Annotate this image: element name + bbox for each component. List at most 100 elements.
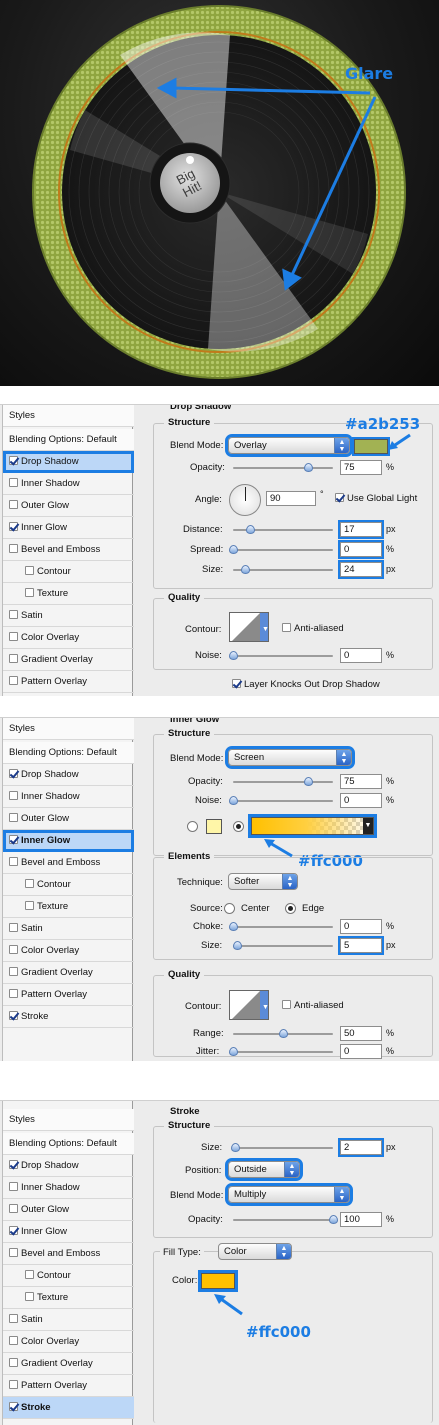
checkbox-inner-shadow[interactable]	[9, 1182, 18, 1191]
checkbox-inner-shadow[interactable]	[9, 478, 18, 487]
size-input[interactable]: 24	[338, 560, 384, 579]
range-slider[interactable]	[233, 1029, 333, 1038]
slider-knob[interactable]	[233, 941, 242, 950]
checkbox-color-overlay[interactable]	[9, 1336, 18, 1345]
sidebar-item-texture[interactable]: Texture	[3, 1287, 134, 1309]
opacity-slider[interactable]	[233, 1215, 338, 1224]
blending-options[interactable]: Blending Options: Default	[3, 429, 134, 451]
checkbox-satin[interactable]	[9, 610, 18, 619]
technique-select[interactable]: Softer ▲ ▼	[228, 873, 298, 890]
sidebar-item-gradient-overlay[interactable]: Gradient Overlay	[3, 649, 134, 671]
sidebar-item-color-overlay[interactable]: Color Overlay	[3, 627, 134, 649]
size-slider[interactable]	[231, 1143, 333, 1152]
blending-options[interactable]: Blending Options: Default	[3, 742, 134, 764]
noise-input[interactable]: 0	[340, 648, 382, 663]
checkbox-gradient-overlay[interactable]	[9, 1358, 18, 1367]
sidebar-item-inner-shadow[interactable]: Inner Shadow	[3, 473, 134, 495]
checkbox-anti-aliased[interactable]	[282, 623, 291, 632]
opacity-slider[interactable]	[233, 777, 333, 786]
gradient-picker[interactable]: ▼	[248, 814, 377, 838]
sidebar-item-contour[interactable]: Contour	[3, 874, 134, 896]
source-center-radio[interactable]	[224, 903, 235, 914]
sidebar-item-contour[interactable]: Contour	[3, 561, 134, 583]
jitter-slider[interactable]	[229, 1047, 333, 1056]
slider-knob[interactable]	[229, 922, 238, 931]
sidebar-item-outer-glow[interactable]: Outer Glow	[3, 1199, 134, 1221]
sidebar-item-contour[interactable]: Contour	[3, 1265, 134, 1287]
sidebar-item-pattern-overlay[interactable]: Pattern Overlay	[3, 984, 134, 1006]
checkbox-knocks-out[interactable]	[232, 679, 241, 688]
checkbox-gradient-overlay[interactable]	[9, 967, 18, 976]
checkbox-drop-shadow[interactable]	[9, 456, 18, 465]
checkbox-outer-glow[interactable]	[9, 500, 18, 509]
sidebar-item-gradient-overlay[interactable]: Gradient Overlay	[3, 1353, 134, 1375]
checkbox-texture[interactable]	[25, 1292, 34, 1301]
source-edge-radio[interactable]	[285, 903, 296, 914]
checkbox-bevel[interactable]	[9, 544, 18, 553]
checkbox-satin[interactable]	[9, 1314, 18, 1323]
styles-header[interactable]: Styles	[3, 1109, 134, 1131]
fill-type-select[interactable]: Color ▲ ▼	[218, 1243, 292, 1260]
contour-picker[interactable]: ▼	[229, 612, 269, 642]
sidebar-item-inner-shadow[interactable]: Inner Shadow	[3, 786, 134, 808]
checkbox-bevel[interactable]	[9, 1248, 18, 1257]
sidebar-item-inner-glow[interactable]: Inner Glow	[3, 830, 134, 852]
sidebar-item-inner-glow[interactable]: Inner Glow	[3, 517, 134, 539]
sidebar-item-drop-shadow[interactable]: Drop Shadow	[3, 764, 134, 786]
checkbox-inner-glow[interactable]	[9, 835, 18, 844]
angle-dial[interactable]	[229, 484, 261, 516]
checkbox-anti-aliased[interactable]	[282, 1000, 291, 1009]
slider-knob[interactable]	[241, 565, 250, 574]
checkbox-inner-shadow[interactable]	[9, 791, 18, 800]
noise-slider[interactable]	[229, 796, 333, 805]
checkbox-color-overlay[interactable]	[9, 632, 18, 641]
checkbox-pattern-overlay[interactable]	[9, 1380, 18, 1389]
size-slider[interactable]	[233, 565, 333, 574]
size-input[interactable]: 2	[338, 1138, 384, 1157]
slider-knob[interactable]	[229, 651, 238, 660]
slider-knob[interactable]	[304, 777, 313, 786]
opacity-slider[interactable]	[233, 463, 333, 472]
jitter-input[interactable]: 0	[340, 1044, 382, 1059]
slider-knob[interactable]	[279, 1029, 288, 1038]
sidebar-item-texture[interactable]: Texture	[3, 896, 134, 918]
slider-knob[interactable]	[329, 1215, 338, 1224]
blend-mode-select[interactable]: Screen ▲ ▼	[225, 746, 355, 769]
checkbox-drop-shadow[interactable]	[9, 769, 18, 778]
checkbox-contour[interactable]	[25, 1270, 34, 1279]
noise-slider[interactable]	[229, 651, 333, 660]
distance-input[interactable]: 17	[338, 520, 384, 539]
distance-slider[interactable]	[233, 525, 333, 534]
anti-aliased-checkbox[interactable]: Anti-aliased	[282, 1000, 344, 1011]
checkbox-contour[interactable]	[25, 566, 34, 575]
checkbox-outer-glow[interactable]	[9, 813, 18, 822]
choke-input[interactable]: 0	[340, 919, 382, 934]
range-input[interactable]: 50	[340, 1026, 382, 1041]
checkbox-contour[interactable]	[25, 879, 34, 888]
sidebar-item-texture[interactable]: Texture	[3, 583, 134, 605]
size-slider[interactable]	[233, 941, 333, 950]
checkbox-pattern-overlay[interactable]	[9, 989, 18, 998]
checkbox-inner-glow[interactable]	[9, 522, 18, 531]
checkbox-inner-glow[interactable]	[9, 1226, 18, 1235]
spread-slider[interactable]	[229, 545, 333, 554]
checkbox-global-light[interactable]	[335, 493, 344, 502]
spread-input[interactable]: 0	[338, 540, 384, 559]
angle-input[interactable]: 90	[266, 491, 316, 506]
blend-mode-select[interactable]: Multiply ▲ ▼	[225, 1183, 353, 1206]
checkbox-pattern-overlay[interactable]	[9, 676, 18, 685]
slider-knob[interactable]	[231, 1143, 240, 1152]
knocks-out-checkbox[interactable]: Layer Knocks Out Drop Shadow	[232, 679, 380, 690]
opacity-input[interactable]: 75	[340, 460, 382, 475]
global-light-checkbox[interactable]: Use Global Light	[335, 493, 417, 504]
shadow-color-swatch[interactable]	[352, 437, 390, 456]
opacity-input[interactable]: 100	[340, 1212, 382, 1227]
checkbox-texture[interactable]	[25, 588, 34, 597]
sidebar-item-pattern-overlay[interactable]: Pattern Overlay	[3, 1375, 134, 1397]
glow-color-swatch[interactable]	[206, 819, 222, 834]
position-select[interactable]: Outside ▲ ▼	[225, 1158, 303, 1181]
slider-knob[interactable]	[229, 1047, 238, 1056]
checkbox-bevel[interactable]	[9, 857, 18, 866]
gradient-radio[interactable]	[233, 821, 244, 832]
styles-header[interactable]: Styles	[3, 718, 134, 740]
